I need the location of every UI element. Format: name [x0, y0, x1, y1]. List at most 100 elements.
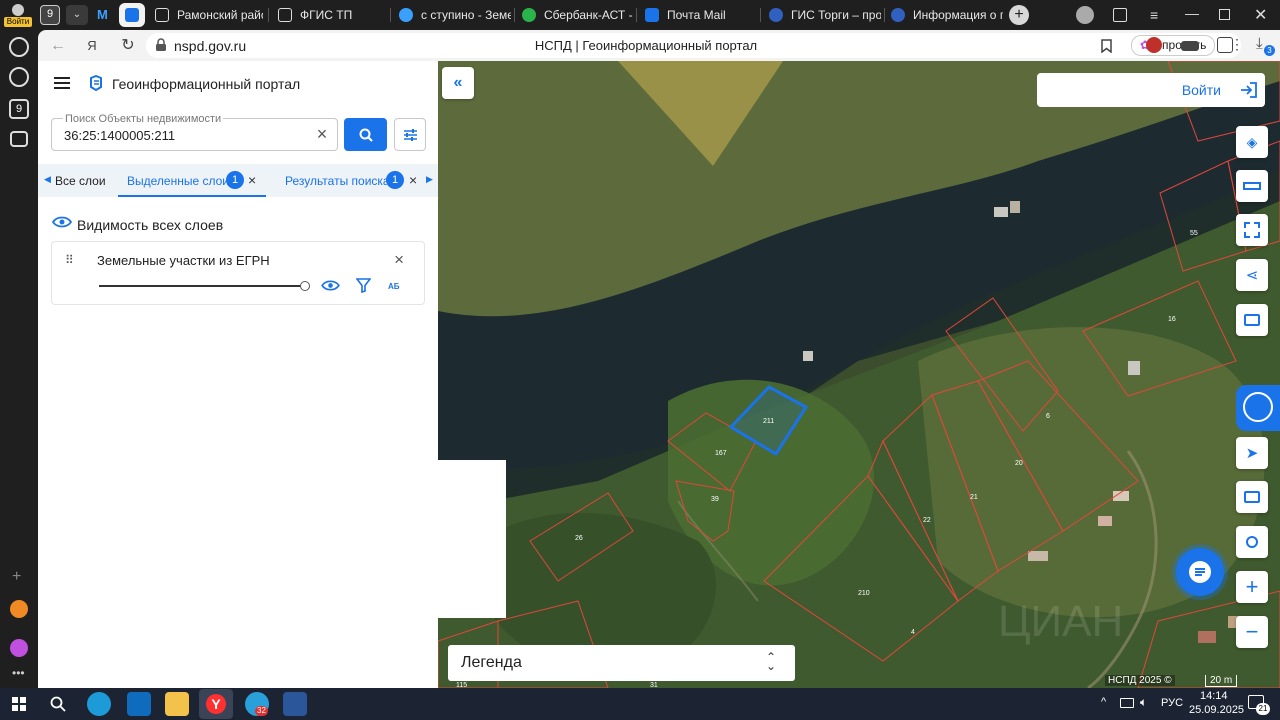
more-icon[interactable]: ••• [12, 666, 25, 680]
volume-icon[interactable]: 🔈︎ [1140, 695, 1147, 710]
tab-4[interactable]: Почта Mail [645, 3, 757, 27]
clear-search-icon[interactable]: × [313, 125, 331, 143]
search-input[interactable]: Поиск Объекты недвижимости 36:25:1400005… [51, 113, 338, 151]
screenshot-icon[interactable] [10, 131, 28, 147]
layer-filter-icon[interactable] [356, 278, 371, 293]
clock-date[interactable]: 25.09.2025 [1189, 704, 1244, 716]
tray-chevron-icon[interactable]: ^ [1101, 696, 1106, 708]
zoom-in-button[interactable]: + [1236, 571, 1268, 603]
basemap-button[interactable] [1236, 481, 1268, 513]
network-icon[interactable] [1120, 698, 1134, 708]
tab-title: Почта Mail [667, 8, 726, 22]
search-button[interactable] [344, 118, 387, 151]
eye-icon[interactable] [52, 215, 72, 229]
layer-labels-icon[interactable]: АБ [388, 282, 400, 291]
maximize-icon[interactable] [1219, 9, 1230, 20]
drag-handle-icon[interactable]: ⠿ [65, 253, 74, 267]
input-language[interactable]: РУС [1161, 697, 1183, 709]
minimize-icon[interactable]: — [1185, 5, 1199, 21]
collections-icon[interactable] [1113, 8, 1127, 22]
url-box[interactable]: nspd.gov.ru НСПД | Геоинформационный пор… [146, 33, 1244, 58]
close-tab-icon[interactable]: × [248, 172, 256, 188]
rail-counter[interactable]: 9 [9, 99, 29, 119]
pinned-tab-m[interactable]: M [97, 7, 113, 23]
tab-2[interactable]: с ступино - Земел [399, 3, 511, 27]
tab-counter-button[interactable]: 9 [40, 5, 60, 25]
tab-3[interactable]: Сбербанк-АСТ - Э [522, 3, 634, 27]
remove-layer-icon[interactable]: × [394, 250, 404, 270]
alice-app-icon[interactable] [10, 639, 28, 657]
opacity-slider-thumb[interactable] [300, 281, 310, 291]
bookmark-icon[interactable] [1101, 39, 1112, 53]
tab-5[interactable]: ГИС Торги – прод [769, 3, 881, 27]
back-icon[interactable]: ← [48, 36, 68, 56]
tab-search-results[interactable]: Результаты поиска [285, 174, 390, 188]
edge-icon[interactable] [87, 692, 111, 716]
yandex-icon[interactable]: Я [82, 36, 102, 56]
geolocation-button[interactable] [1236, 526, 1268, 558]
play-icon[interactable] [9, 67, 29, 87]
login-button[interactable]: Войти [1037, 73, 1265, 107]
panel-tabs: ◀ Все слои Выделенные слои 1 × Результат… [38, 164, 438, 197]
account-icon[interactable] [1076, 6, 1094, 24]
profile-avatar[interactable]: Войти [4, 2, 32, 28]
layer-visibility-icon[interactable] [321, 279, 340, 292]
tabs-scroll-right-icon[interactable]: ▶ [426, 174, 433, 185]
extension-icon[interactable] [1146, 37, 1162, 53]
close-tab-icon[interactable]: × [409, 172, 417, 188]
word-icon[interactable] [283, 692, 307, 716]
opacity-slider-track[interactable] [99, 285, 304, 287]
ask-ai-button[interactable]: ✿ Спросить [1131, 35, 1216, 56]
zoom-out-button[interactable]: − [1236, 616, 1268, 648]
hamburger-menu-icon[interactable] [54, 77, 70, 89]
share-button[interactable]: ⋖ [1236, 259, 1268, 291]
chat-button[interactable] [1176, 548, 1224, 596]
tab-0[interactable]: Рамонский район [155, 3, 263, 27]
geolocation-icon [1246, 536, 1258, 548]
reload-icon[interactable]: ↻ [118, 36, 138, 56]
screenshot-tool-icon[interactable] [1217, 37, 1233, 53]
tab-title: с ступино - Земел [421, 8, 511, 22]
tab-all-layers[interactable]: Все слои [55, 174, 105, 188]
visibility-all-layers-label: Видимость всех слоев [77, 217, 224, 233]
tab-1[interactable]: ФГИС ТП [278, 3, 388, 27]
parcel-label: 55 [1190, 230, 1198, 237]
locate-button[interactable]: ➤ [1236, 437, 1268, 469]
select-area-button[interactable] [1236, 214, 1268, 246]
collapse-panel-button[interactable]: « [442, 67, 474, 99]
close-window-icon[interactable]: ✕ [1254, 5, 1267, 25]
rail-counter-label: 9 [15, 103, 23, 115]
measure-button[interactable] [1236, 170, 1268, 202]
active-tab[interactable] [119, 3, 145, 27]
downloads-icon[interactable]: ⤓ [1256, 35, 1263, 52]
parcel-label: 26 [575, 535, 583, 542]
new-tab-button[interactable]: + [1009, 5, 1029, 25]
legend-label: Легенда [461, 654, 522, 671]
windows-start-icon[interactable] [12, 697, 26, 711]
history-icon[interactable] [9, 37, 29, 57]
clock-time[interactable]: 14:14 [1200, 690, 1228, 702]
weather-app-icon[interactable] [10, 600, 28, 618]
tab-6[interactable]: Информация о пр [891, 3, 1003, 27]
print-button[interactable] [1236, 304, 1268, 336]
search-icon[interactable] [50, 696, 66, 712]
tab-separator [268, 8, 269, 22]
tab-title: Информация о пр [913, 8, 1003, 22]
add-icon[interactable]: + [12, 568, 21, 586]
file-explorer-icon[interactable] [165, 692, 189, 716]
legend-dropdown[interactable]: Легенда ⌃ ⌄ [448, 645, 795, 681]
login-icon [1241, 82, 1257, 98]
telegram-count: 32 [257, 706, 266, 715]
outlook-icon[interactable] [127, 692, 151, 716]
yandex-browser-icon[interactable]: Y [199, 689, 233, 719]
tab-list-chevron-icon[interactable]: ⌄ [66, 5, 88, 25]
search-settings-button[interactable] [394, 118, 426, 151]
tab-counter: 9 [46, 8, 54, 20]
extension-icon[interactable] [1181, 41, 1199, 51]
tab-selected-layers[interactable]: Выделенные слои [127, 174, 229, 188]
map-canvas[interactable]: 211 167 39 26 55 16 6 20 21 22 210 4 31 … [438, 61, 1280, 688]
tabs-scroll-left-icon[interactable]: ◀ [44, 174, 51, 185]
menu-icon[interactable]: ≡ [1150, 7, 1158, 23]
map-widget-button[interactable] [1236, 385, 1280, 431]
layers-button[interactable]: ◈ [1236, 126, 1268, 158]
